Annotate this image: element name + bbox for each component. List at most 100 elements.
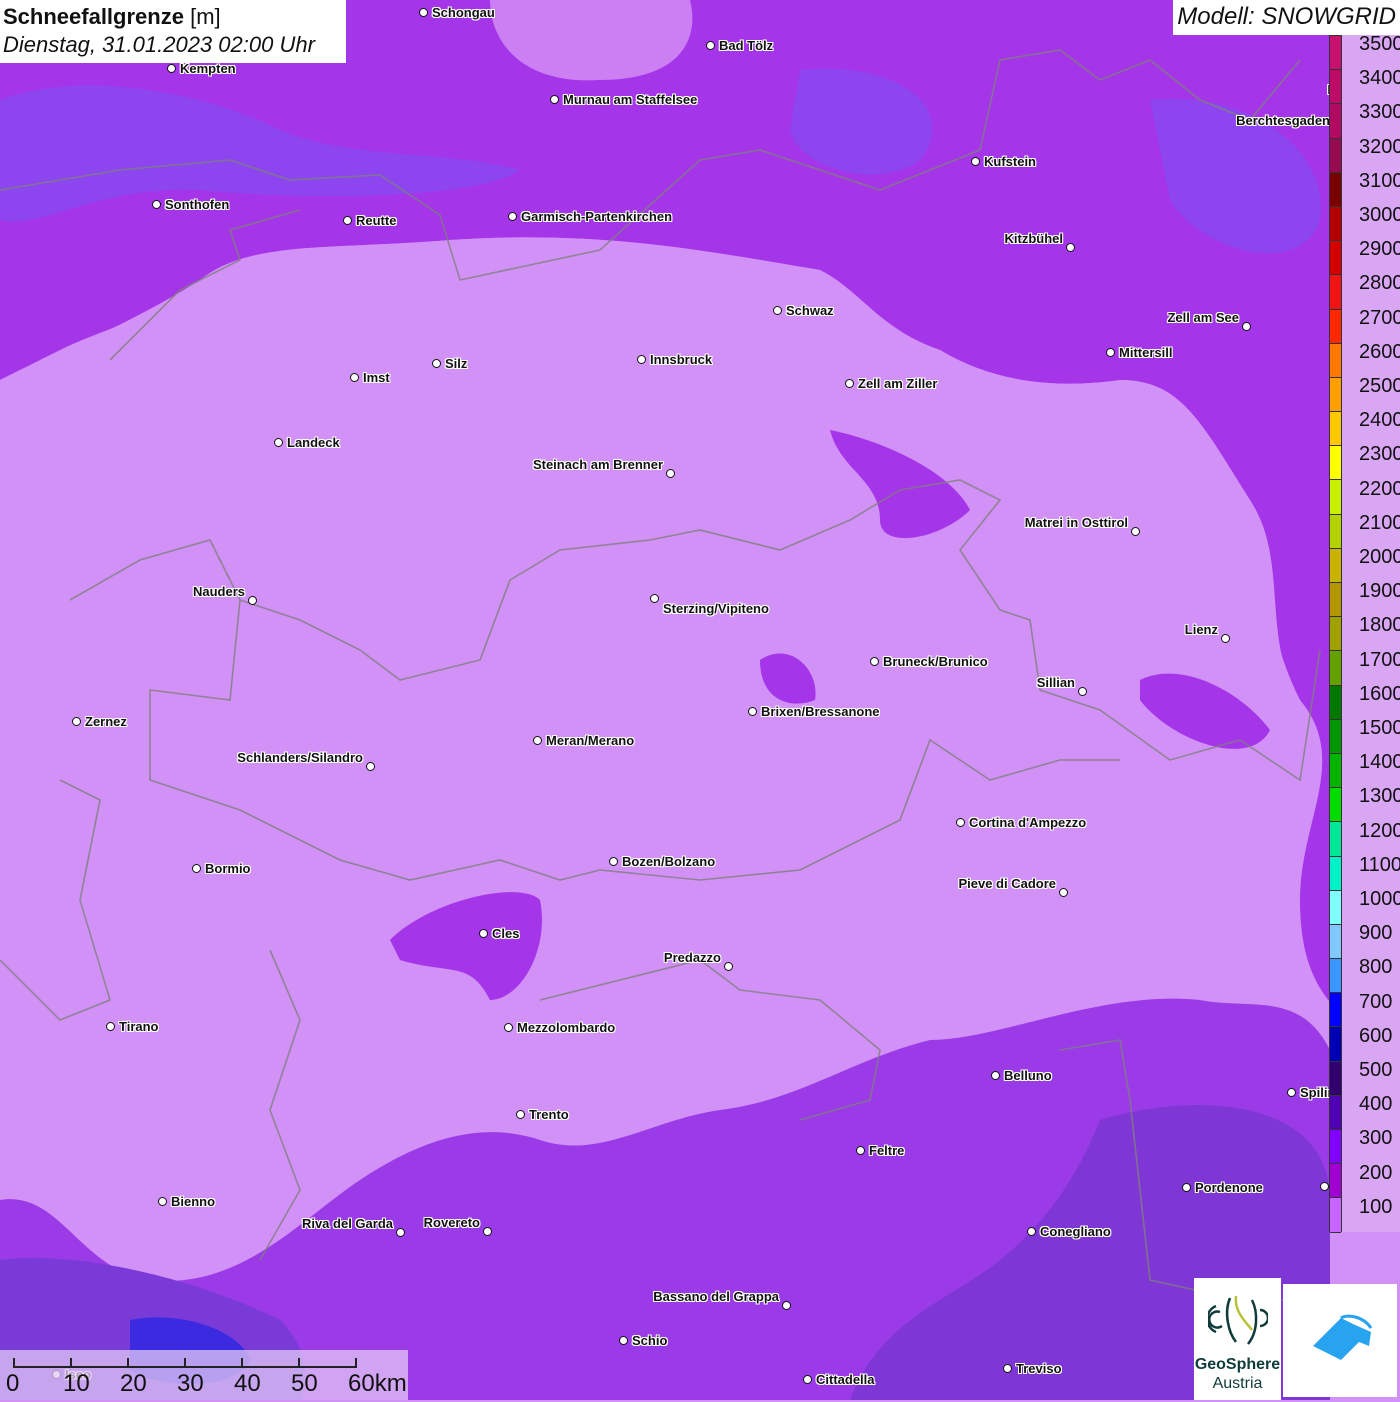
city-marker-bassano-del-grappa (782, 1301, 791, 1310)
legend-label: 3100 (1359, 169, 1400, 192)
city-marker-zell-am-see (1242, 322, 1251, 331)
city-label-lienz: Lienz (1184, 622, 1218, 637)
legend-label: 1400 (1359, 751, 1400, 774)
city-marker-murnau-am-staffelsee (550, 95, 559, 104)
city-label-predazzo: Predazzo (663, 950, 721, 965)
city-marker-zernez (72, 717, 81, 726)
city-label-innsbruck: Innsbruck (650, 352, 713, 367)
city-label-berchtesgaden: Berchtesgaden (1236, 113, 1330, 128)
legend-label: 1000 (1359, 888, 1400, 910)
city-marker-feltre (856, 1146, 865, 1155)
city-marker-rovereto (483, 1227, 492, 1236)
city-label-schongau: Schongau (432, 5, 495, 20)
legend-label: 100 (1359, 1195, 1393, 1218)
city-label-mezzolombardo: Mezzolombardo (517, 1020, 616, 1035)
legend-bin (1330, 1061, 1341, 1096)
city-label-belluno: Belluno (1004, 1068, 1052, 1083)
legend-label: 1300 (1359, 785, 1400, 808)
legend-label: 2300 (1359, 443, 1400, 466)
city-label-murnau-am-staffelsee: Murnau am Staffelsee (563, 92, 698, 107)
legend-bin (1330, 822, 1341, 857)
scale-tick (355, 1358, 357, 1368)
scale-label: 0 (6, 1370, 20, 1397)
legend-bin (1330, 241, 1341, 276)
legend-bin (1330, 138, 1341, 173)
legend-bin (1330, 275, 1341, 310)
legend-bin (1330, 343, 1341, 378)
legend-label: 3500 (1359, 33, 1400, 55)
legend-bin (1330, 959, 1341, 994)
legend-bin (1330, 856, 1341, 891)
legend-bin (1330, 377, 1341, 413)
city-marker-belluno (991, 1071, 1000, 1080)
city-label-feltre: Feltre (869, 1143, 905, 1158)
legend-bin (1330, 685, 1341, 720)
city-marker-bienno (158, 1197, 167, 1206)
city-label-sonthofen: Sonthofen (165, 197, 230, 212)
legend-bin (1330, 1198, 1341, 1233)
city-marker-schio (619, 1336, 628, 1345)
city-label-sterzing-vipiteno: Sterzing/Vipiteno (663, 601, 769, 616)
scale-label: 50 (291, 1370, 318, 1397)
city-marker-pordenone (1182, 1183, 1191, 1192)
snowgrid-logo[interactable] (1283, 1284, 1397, 1397)
geosphere-austria-logo[interactable]: GeoSphere Austria (1194, 1278, 1281, 1400)
legend-label: 3000 (1359, 204, 1400, 226)
legend-bin (1330, 309, 1341, 344)
city-marker-bruneck-brunico (870, 657, 879, 666)
city-label-tirano: Tirano (119, 1019, 159, 1034)
scale-label: 60km (348, 1370, 407, 1397)
city-label-mittersill: Mittersill (1119, 345, 1173, 360)
city-marker-codroipo (1320, 1182, 1329, 1191)
city-label-trento: Trento (529, 1107, 569, 1122)
legend-bin (1330, 548, 1341, 583)
legend-bin (1330, 172, 1341, 207)
logo-text-line2: Austria (1212, 1375, 1263, 1392)
legend-bin (1330, 583, 1341, 618)
legend-bin (1330, 446, 1341, 481)
map-datetime: Dienstag, 31.01.2023 02:00 Uhr (3, 32, 315, 57)
city-marker-riva-del-garda (396, 1228, 405, 1237)
city-label-riva-del-garda: Riva del Garda (301, 1216, 393, 1231)
city-label-kufstein: Kufstein (984, 154, 1036, 169)
legend-label: 2100 (1359, 511, 1400, 534)
legend-bin (1330, 617, 1341, 652)
city-label-cles: Cles (492, 926, 520, 941)
city-label-reutte: Reutte (356, 213, 397, 228)
legend-color-bar (1329, 35, 1342, 1233)
city-marker-nauders (248, 596, 257, 605)
city-marker-kempten (167, 64, 176, 73)
legend-label: 700 (1359, 990, 1393, 1013)
city-label-bienno: Bienno (171, 1194, 216, 1209)
legend-bin (1330, 719, 1341, 754)
city-marker-bad-t-lz (706, 41, 715, 50)
legend-bin (1330, 206, 1341, 242)
city-label-bormio: Bormio (205, 861, 251, 876)
city-marker-kufstein (971, 157, 980, 166)
city-marker-schwaz (773, 306, 782, 315)
city-label-bruneck-brunico: Bruneck/Brunico (883, 654, 988, 669)
city-marker-innsbruck (637, 355, 646, 364)
map-unit: [m] (190, 4, 221, 29)
city-label-kempten: Kempten (180, 61, 236, 76)
city-label-steinach-am-brenner: Steinach am Brenner (532, 457, 663, 472)
legend-label: 1500 (1359, 717, 1400, 739)
city-label-landeck: Landeck (287, 435, 340, 450)
city-marker-cles (479, 929, 488, 938)
legend-label: 2500 (1359, 375, 1400, 397)
title-box: Schneefallgrenze [m] Dienstag, 31.01.202… (0, 0, 346, 63)
city-marker-imst (350, 373, 359, 382)
scale-tick (298, 1358, 300, 1368)
model-label: Modell: SNOWGRID (1173, 0, 1400, 35)
city-marker-sonthofen (152, 200, 161, 209)
city-label-treviso: Treviso (1016, 1361, 1062, 1376)
city-marker-brixen-bressanone (748, 707, 757, 716)
legend-label: 3200 (1359, 135, 1400, 158)
city-marker-zell-am-ziller (845, 379, 854, 388)
legend-label: 400 (1359, 1093, 1393, 1116)
scale-tick (184, 1358, 186, 1368)
scale-tick (13, 1358, 15, 1368)
legend-label: 1100 (1359, 853, 1400, 876)
legend-bin (1330, 1130, 1341, 1165)
city-label-bad-t-lz: Bad Tölz (719, 38, 774, 53)
